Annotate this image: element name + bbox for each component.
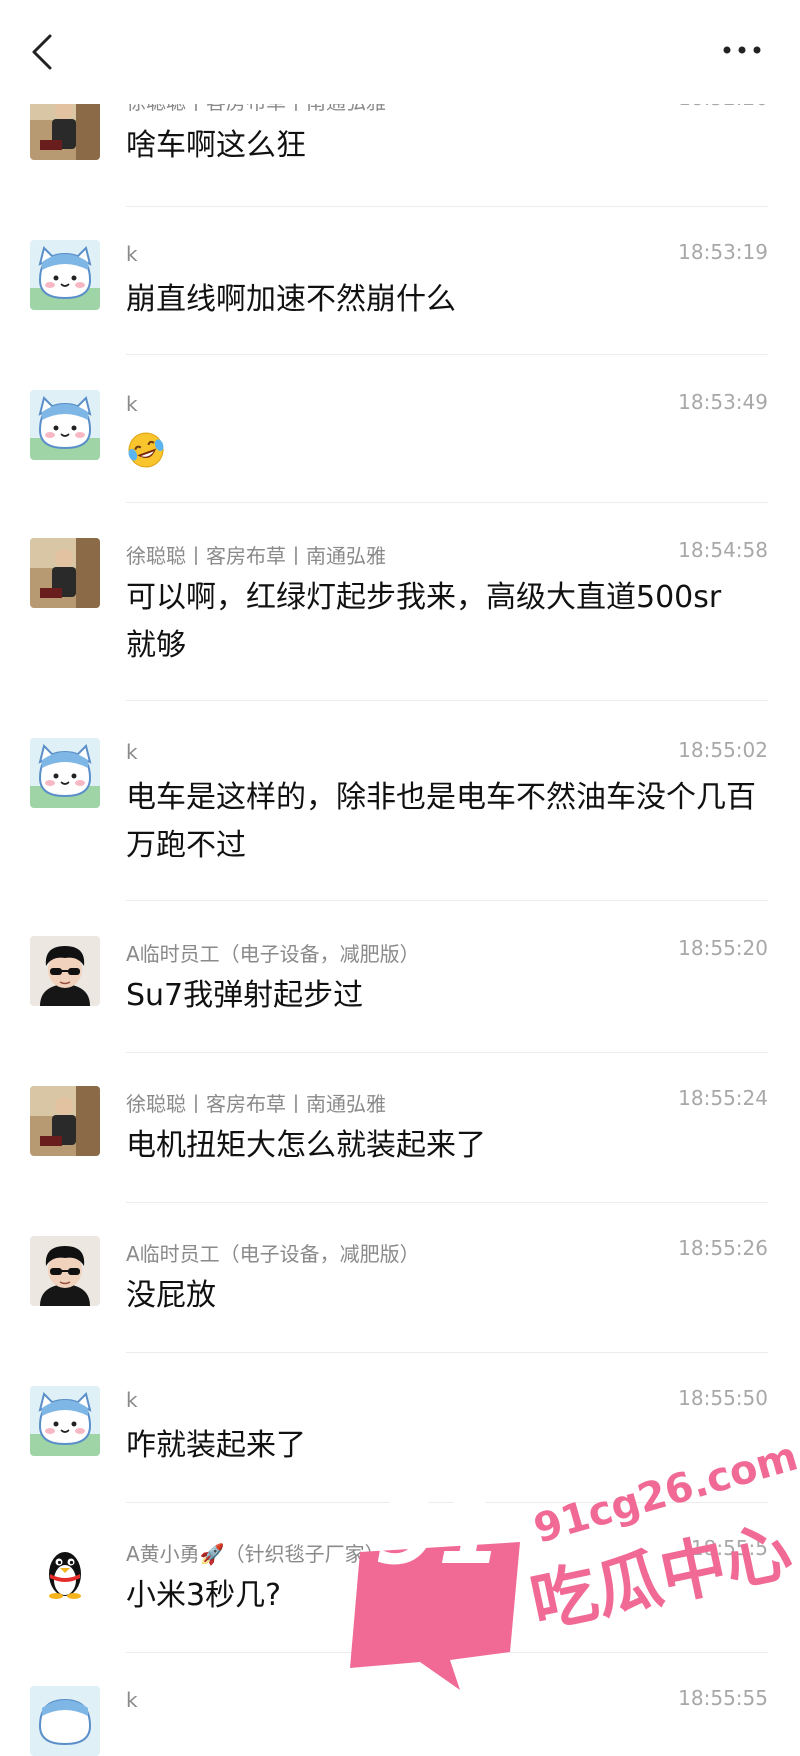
cartoon-boy-sunglasses-icon xyxy=(30,1236,100,1306)
avatar[interactable] xyxy=(30,1536,100,1606)
avatar[interactable] xyxy=(30,1686,100,1756)
white-cat-cartoon-icon xyxy=(30,390,100,460)
message-time: 18:55:50 xyxy=(678,1386,768,1410)
divider xyxy=(126,1502,768,1503)
message-text: 电机扭矩大怎么就装起来了 xyxy=(126,1128,486,1163)
message-time: 18:55:20 xyxy=(678,936,768,960)
message-text: Su7我弹射起步过 xyxy=(126,978,364,1013)
more-horizontal-icon xyxy=(723,46,761,54)
divider xyxy=(126,502,768,503)
message-time: 18:53:19 xyxy=(678,240,768,264)
divider xyxy=(126,354,768,355)
sender-name: k xyxy=(126,740,138,764)
cartoon-boy-sunglasses-icon xyxy=(30,936,100,1006)
chat-history-feed[interactable]: 徐聪聪丨客房布草丨南通弘雅 18:52:26 啥车啊这么狂 k 18:53:19… xyxy=(0,0,800,1756)
white-cat-cartoon-icon xyxy=(30,1686,100,1756)
message-time: 18:55:26 xyxy=(678,1236,768,1260)
message-time: 18:55:55 xyxy=(678,1686,768,1710)
sender-name: k xyxy=(126,242,138,266)
avatar[interactable] xyxy=(30,390,100,460)
message-time: 18:55:24 xyxy=(678,1086,768,1110)
man-suit-photo-icon xyxy=(30,538,100,608)
divider xyxy=(126,1202,768,1203)
message-text: 可以啊，红绿灯起步我来，高级大直道500sr就够 xyxy=(126,580,722,663)
message-time: 18:55:02 xyxy=(678,738,768,762)
sender-name: k xyxy=(126,392,138,416)
sender-name: A黄小勇🚀（针织毯子厂家） xyxy=(126,1542,385,1566)
avatar[interactable] xyxy=(30,240,100,310)
sender-name: A临时员工（电子设备，减肥版） xyxy=(126,942,420,966)
message-text: 啥车啊这么狂 xyxy=(126,128,306,163)
message-text: 崩直线啊加速不然崩什么 xyxy=(126,282,456,317)
sender-name: A临时员工（电子设备，减肥版） xyxy=(126,1242,420,1266)
sender-name: k xyxy=(126,1688,138,1712)
qq-penguin-icon xyxy=(30,1536,100,1606)
message-time: 18:53:49 xyxy=(678,390,768,414)
message-text xyxy=(126,426,766,485)
divider xyxy=(126,206,768,207)
avatar[interactable] xyxy=(30,1386,100,1456)
white-cat-cartoon-icon xyxy=(30,738,100,808)
sender-name: 徐聪聪丨客房布草丨南通弘雅 xyxy=(126,1092,386,1116)
white-cat-cartoon-icon xyxy=(30,240,100,310)
avatar[interactable] xyxy=(30,936,100,1006)
message-text: 咋就装起来了 xyxy=(126,1428,306,1463)
avatar[interactable] xyxy=(30,738,100,808)
message-text: 电车是这样的，除非也是电车不然油车没个几百万跑不过 xyxy=(126,780,756,863)
divider xyxy=(126,900,768,901)
chevron-left-icon xyxy=(32,34,52,70)
divider xyxy=(126,700,768,701)
message-time: 18:55:5 xyxy=(690,1536,768,1560)
more-options-button[interactable] xyxy=(720,38,764,62)
divider xyxy=(126,1052,768,1053)
white-cat-cartoon-icon xyxy=(30,1386,100,1456)
avatar[interactable] xyxy=(30,538,100,608)
sender-name: 徐聪聪丨客房布草丨南通弘雅 xyxy=(126,544,386,568)
divider xyxy=(126,1352,768,1353)
top-navigation-bar xyxy=(0,0,800,104)
message-text: 小米3秒几? xyxy=(126,1578,282,1613)
sender-name: k xyxy=(126,1388,138,1412)
back-button[interactable] xyxy=(26,30,60,74)
divider xyxy=(126,1652,768,1653)
avatar[interactable] xyxy=(30,1086,100,1156)
man-suit-photo-icon xyxy=(30,1086,100,1156)
message-time: 18:54:58 xyxy=(678,538,768,562)
laughing-tears-emoji-icon xyxy=(128,432,164,468)
avatar[interactable] xyxy=(30,1236,100,1306)
message-text: 没屁放 xyxy=(126,1278,216,1313)
